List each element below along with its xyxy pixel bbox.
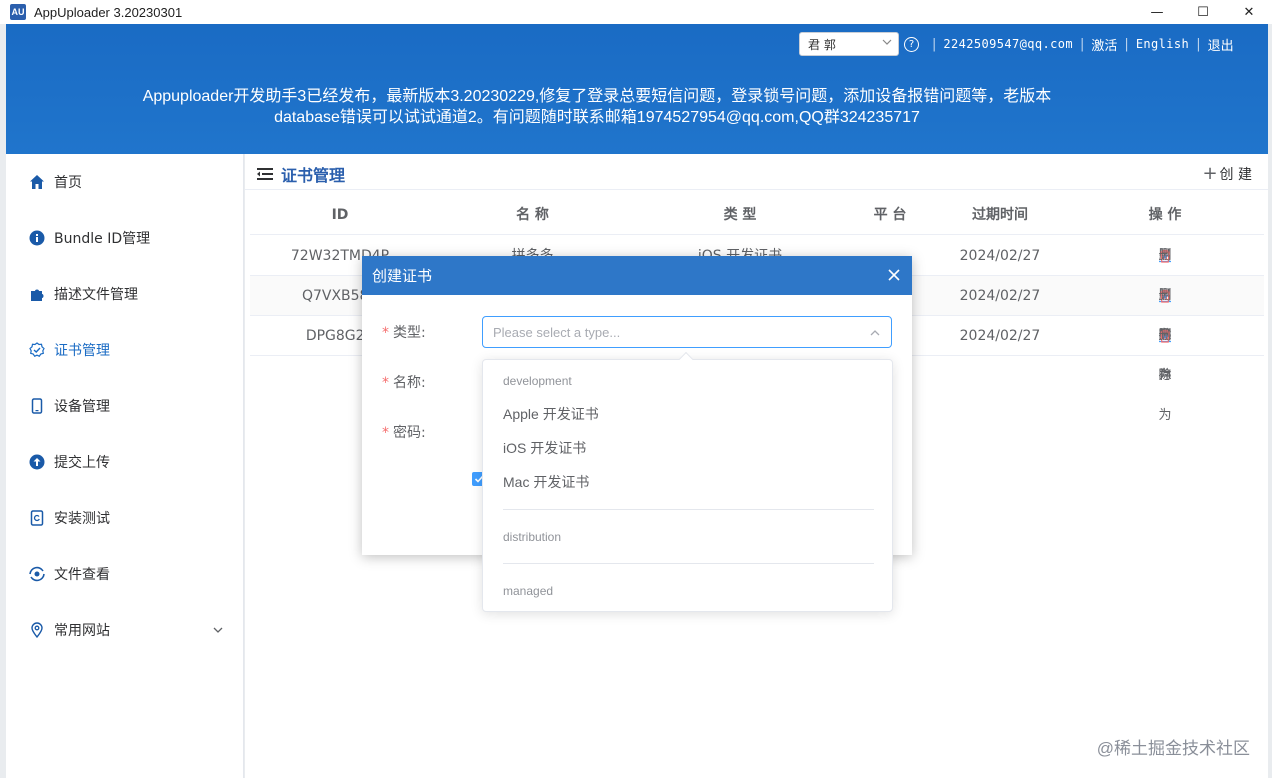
chevron-down-icon — [882, 39, 892, 45]
sidebar-item-label: 证书管理 — [54, 343, 110, 359]
option-apple-dev-cert[interactable]: Apple 开发证书 — [503, 404, 599, 424]
puzzle-icon — [28, 285, 46, 303]
sidebar-item-websites[interactable]: 常用网站 — [6, 610, 244, 650]
location-icon — [28, 621, 46, 639]
chevron-up-icon — [870, 330, 880, 336]
maximize-button[interactable]: ☐ — [1180, 0, 1226, 24]
language-link[interactable]: English — [1136, 37, 1189, 51]
sidebar-item-label: 文件查看 — [54, 567, 110, 583]
delete-button[interactable]: 删 除 — [1158, 316, 1172, 383]
sidebar-item-bundle-id[interactable]: Bundle ID管理 — [6, 218, 244, 258]
help-icon[interactable]: ? — [904, 36, 919, 52]
plus-icon: + — [1202, 163, 1218, 184]
group-divider — [503, 563, 874, 564]
column-header-platform: 平 台 — [873, 207, 907, 223]
phone-icon — [28, 397, 46, 415]
sidebar: 首页 Bundle ID管理 描述文件管理 证书管理 设备管理 提交上传 安装测… — [6, 154, 244, 778]
watermark: @稀土掘金技术社区 — [1096, 739, 1250, 758]
sidebar-item-profiles[interactable]: 描述文件管理 — [6, 274, 244, 314]
name-label: * 名称: — [382, 375, 426, 391]
page-title: 证书管理 — [281, 166, 346, 185]
file-view-icon — [28, 565, 46, 583]
delete-label: 删 除 — [1158, 248, 1172, 303]
sidebar-item-label: 安装测试 — [54, 511, 110, 527]
sidebar-item-label: 常用网站 — [54, 623, 110, 639]
delete-button[interactable]: 删 除 — [1158, 276, 1172, 343]
type-select-placeholder: Please select a type... — [493, 324, 621, 340]
account-select[interactable]: 君 郭 — [799, 32, 899, 56]
cell-expires: 2024/02/27 — [959, 328, 1041, 344]
home-icon — [28, 173, 46, 191]
table-header: ID 名 称 类 型 平 台 过期时间 操 作 — [250, 195, 1264, 235]
column-header-name: 名 称 — [516, 207, 549, 223]
chevron-down-icon — [213, 627, 223, 633]
sidebar-item-install-test[interactable]: 安装测试 — [6, 498, 244, 538]
sidebar-item-devices[interactable]: 设备管理 — [6, 386, 244, 426]
type-dropdown: development Apple 开发证书 iOS 开发证书 Mac 开发证书… — [482, 351, 893, 612]
announcement-line-2: database错误可以试试通道2。有问题随时联系邮箱1974527954@qq… — [274, 109, 920, 126]
upload-icon — [28, 453, 46, 471]
logout-link[interactable]: 退出 — [1208, 35, 1234, 54]
column-header-id: ID — [331, 207, 349, 223]
sidebar-item-label: 描述文件管理 — [54, 287, 138, 303]
option-mac-dev-cert[interactable]: Mac 开发证书 — [503, 472, 589, 492]
dialog-title: 创建证书 — [372, 267, 433, 285]
app-logo-icon: AU — [10, 4, 26, 20]
page-header: 证书管理 + 创 建 — [245, 154, 1268, 190]
option-group-managed: managed — [503, 584, 554, 598]
column-header-expires: 过期时间 — [972, 207, 1028, 223]
type-select[interactable]: Please select a type... — [482, 316, 892, 348]
account-email: 2242509547@qq.com — [943, 37, 1074, 51]
sidebar-item-label: Bundle ID管理 — [54, 231, 151, 247]
minimize-button[interactable]: — — [1134, 0, 1180, 24]
option-ios-dev-cert[interactable]: iOS 开发证书 — [503, 438, 586, 458]
sidebar-item-file-view[interactable]: 文件查看 — [6, 554, 244, 594]
delete-label: 删 除 — [1158, 328, 1172, 383]
delete-button[interactable]: 删 除 — [1158, 236, 1172, 303]
cell-expires: 2024/02/27 — [959, 248, 1041, 264]
install-icon — [28, 509, 46, 527]
password-label: * 密码: — [382, 425, 426, 441]
group-divider — [503, 509, 874, 510]
type-label: * 类型: — [382, 325, 426, 341]
window-title: AppUploader 3.20230301 — [34, 4, 183, 20]
nav-separator: | — [1080, 36, 1085, 52]
sidebar-item-upload[interactable]: 提交上传 — [6, 442, 244, 482]
certificate-icon — [28, 341, 46, 359]
announcement-banner: Appuploader开发助手3已经发布，最新版本3.20230229,修复了登… — [6, 86, 1188, 128]
close-icon[interactable] — [886, 267, 902, 283]
activate-link[interactable]: 激活 — [1091, 35, 1117, 54]
option-group-development: development — [503, 374, 572, 388]
sidebar-item-certificates[interactable]: 证书管理 — [6, 330, 244, 370]
nav-separator: | — [1196, 36, 1201, 52]
sidebar-item-label: 提交上传 — [54, 455, 110, 471]
dialog-header: 创建证书 — [362, 256, 912, 295]
create-button-label: 创 建 — [1219, 167, 1252, 183]
sidebar-item-label: 设备管理 — [54, 399, 110, 415]
info-icon — [28, 229, 46, 247]
app-header: 君 郭 ? | 2242509547@qq.com | 激活 | English… — [6, 24, 1268, 154]
column-header-actions: 操 作 — [1148, 207, 1182, 223]
create-certificate-button[interactable]: + 创 建 — [1202, 164, 1252, 184]
option-group-distribution: distribution — [503, 530, 562, 544]
sidebar-item-home[interactable]: 首页 — [6, 162, 244, 202]
account-select-value: 君 郭 — [808, 37, 836, 52]
window-titlebar: AU AppUploader 3.20230301 — ☐ ✕ — [0, 0, 1272, 24]
column-header-type: 类 型 — [723, 207, 757, 223]
announcement-line-1: Appuploader开发助手3已经发布，最新版本3.20230229,修复了登… — [142, 88, 1052, 105]
nav-separator: | — [1124, 36, 1129, 52]
delete-label: 删 除 — [1158, 288, 1172, 343]
menu-fold-icon[interactable] — [257, 167, 273, 181]
nav-separator: | — [932, 36, 937, 52]
sidebar-item-label: 首页 — [54, 175, 82, 191]
cell-expires: 2024/02/27 — [959, 288, 1041, 304]
close-window-button[interactable]: ✕ — [1226, 0, 1272, 24]
